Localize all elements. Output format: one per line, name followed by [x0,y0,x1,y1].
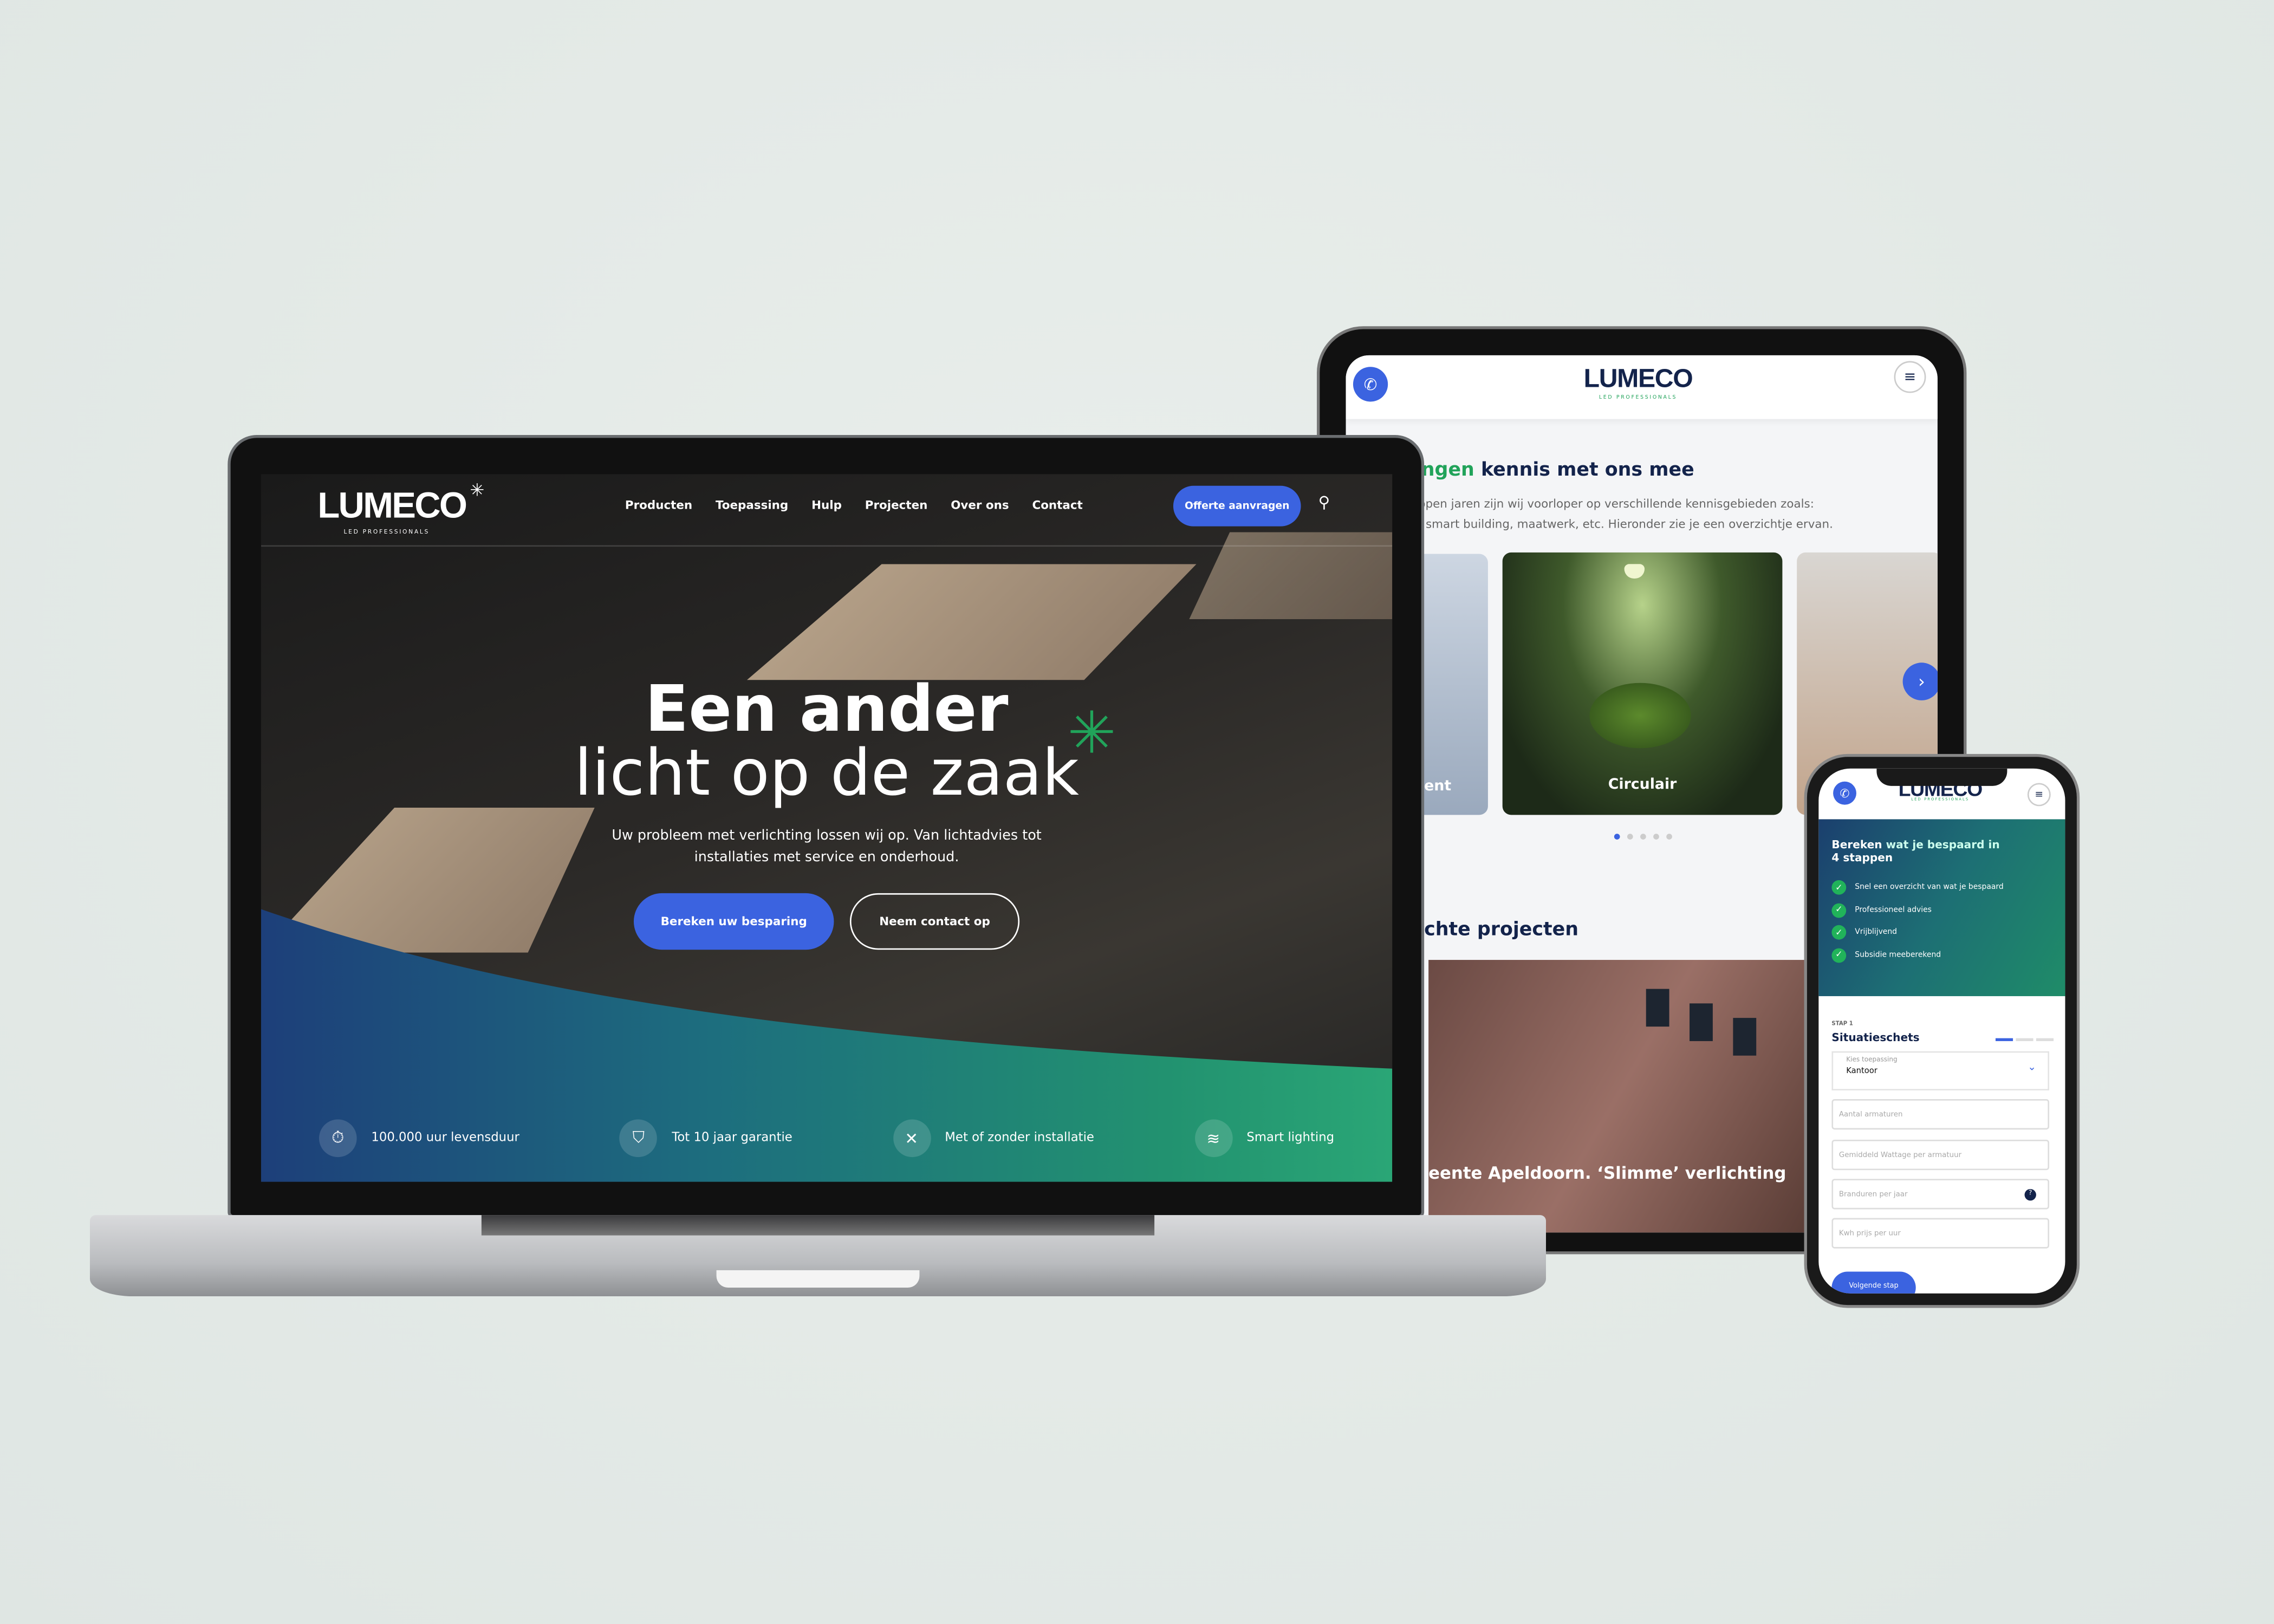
check-icon: ✓ [1831,947,1847,963]
nav-links: Producten Toepassing Hulp Projecten Over ons… [625,499,1083,512]
phone-icon: ✆ [1363,374,1378,394]
laptop-logo[interactable]: LUMECO LED PROFESSIONALS [317,486,467,535]
nav-item-over-ons[interactable]: Over ons [951,499,1009,512]
phone-notch [1876,768,2007,786]
feature-item: ✕ Met of zonder installatie [892,1119,1094,1158]
search-icon[interactable]: ⚲ [1318,493,1330,512]
wattage-input[interactable]: Gemiddeld Wattage per armatuur [1831,1139,2050,1171]
feature-item: ⛉ Tot 10 jaar garantie [619,1119,792,1158]
asterisk-brand-icon: ✳ [1067,700,1116,768]
stopwatch-icon: ⏱ [319,1119,357,1158]
fixtures-count-input[interactable]: Aantal armaturen [1831,1099,2050,1130]
tree-image [1589,683,1691,749]
nav-item-contact[interactable]: Contact [1032,499,1082,512]
carousel-dot[interactable] [1614,834,1620,840]
feature-item: ⏱ 100.000 uur levensduur [319,1119,519,1158]
hamburger-icon: ≡ [2035,789,2044,801]
carousel-dot[interactable] [1627,834,1633,840]
menu-button[interactable]: ≡ [1894,361,1926,393]
knowledge-heading: ngen kennis met ons mee [1421,459,1694,482]
tablet-logo[interactable]: LUMECO LED PROFESSIONALS [1584,364,1693,400]
shield-icon: ⛉ [619,1119,658,1158]
hero-title-line1: Een ander [645,673,1009,747]
projects-heading: chte projecten [1424,919,1579,941]
asterisk-logo-icon: ✳ [470,480,485,501]
kwh-price-input[interactable]: Kwh prijs per uur [1831,1218,2050,1249]
carousel-card-circulair[interactable]: Circulair [1502,552,1783,815]
carousel-dot[interactable] [1666,834,1672,840]
nav-item-producten[interactable]: Producten [625,499,692,512]
chevron-down-icon: ⌄ [2028,1061,2036,1073]
quote-request-button[interactable]: Offerte aanvragen [1173,485,1301,527]
contact-button[interactable]: Neem contact op [849,893,1020,950]
project-image[interactable]: eente Apeldoorn. ‘Slimme’ verlichting [1428,960,1806,1233]
feature-bar: ⏱ 100.000 uur levensduur ⛉ Tot 10 jaar gara… [319,1119,1335,1158]
calculate-savings-button[interactable]: Bereken uw besparing [633,893,834,950]
benefit-item: ✓ Professioneel advies [1831,902,1932,918]
check-icon: ✓ [1831,880,1847,895]
feature-label: Tot 10 jaar garantie [672,1131,792,1146]
carousel-next-button[interactable]: › [1902,662,1938,700]
project-caption: eente Apeldoorn. ‘Slimme’ verlichting [1428,1162,1786,1184]
benefit-item: ✓ Snel een overzicht van wat je bespaard [1831,880,2004,895]
feature-label: Smart lighting [1246,1131,1335,1146]
next-step-button[interactable]: Volgende stap [1831,1271,1916,1294]
laptop-base [89,1215,1547,1297]
phone-icon: ✆ [1840,787,1850,800]
carousel-dot[interactable] [1653,834,1659,840]
savings-heading: Bereken wat je bespaard in 4 stappen [1831,838,2000,865]
hero-title-line2: licht op de zaak [574,736,1080,811]
hamburger-icon: ≡ [1903,369,1916,385]
feature-label: Met of zonder installatie [945,1131,1094,1146]
top-nav: LUMECO LED PROFESSIONALS ✳ Producten Toep… [261,474,1393,547]
check-icon: ✓ [1831,925,1847,940]
phone-call-button[interactable]: ✆ [1353,367,1388,402]
benefit-item: ✓ Subsidie meeberekend [1831,947,1941,963]
step-progress [1995,1038,2054,1041]
step-label: STAP 1 [1831,1019,1853,1027]
application-select[interactable]: Kies toepassing Kantoor ⌄ [1831,1051,2050,1090]
nav-item-toepassing[interactable]: Toepassing [716,499,788,512]
carousel-dot[interactable] [1640,834,1646,840]
carousel-dots [1614,834,1672,840]
chevron-right-icon: › [1918,671,1925,692]
nav-item-hulp[interactable]: Hulp [811,499,842,512]
savings-banner: Bereken wat je bespaard in 4 stappen ✓ Sne… [1818,819,2065,996]
step-title: Situatieschets [1831,1031,1920,1044]
phone-call-button[interactable]: ✆ [1833,781,1856,805]
mockup-stage: ✆ LUMECO LED PROFESSIONALS ≡ ngen kennis… [0,0,2274,1624]
feature-item: ≋ Smart lighting [1194,1119,1335,1158]
lamp-image [1624,564,1645,579]
check-icon: ✓ [1831,902,1847,918]
help-icon[interactable]: ? [2024,1188,2036,1201]
tools-icon: ✕ [892,1119,931,1158]
burn-hours-input[interactable]: Branduren per jaar? [1831,1179,2050,1210]
phone-screen: ✆ LUMECO LED PROFESSIONALS ≡ Bereken wat… [1818,768,2065,1294]
nav-item-projecten[interactable]: Projecten [865,499,928,512]
feature-label: 100.000 uur levensduur [371,1131,519,1146]
benefit-item: ✓ Vrijblijvend [1831,925,1897,940]
menu-button[interactable]: ≡ [2027,783,2051,807]
wifi-icon: ≋ [1194,1119,1232,1158]
laptop-screen: LUMECO LED PROFESSIONALS ✳ Producten Toep… [261,474,1393,1182]
hero-subtitle: Uw probleem met verlichting lossen wij o… [612,828,1042,866]
tablet-header: ✆ LUMECO LED PROFESSIONALS ≡ [1346,355,1938,419]
knowledge-text: open jaren zijn wij voorloper op verschi… [1418,497,1833,531]
